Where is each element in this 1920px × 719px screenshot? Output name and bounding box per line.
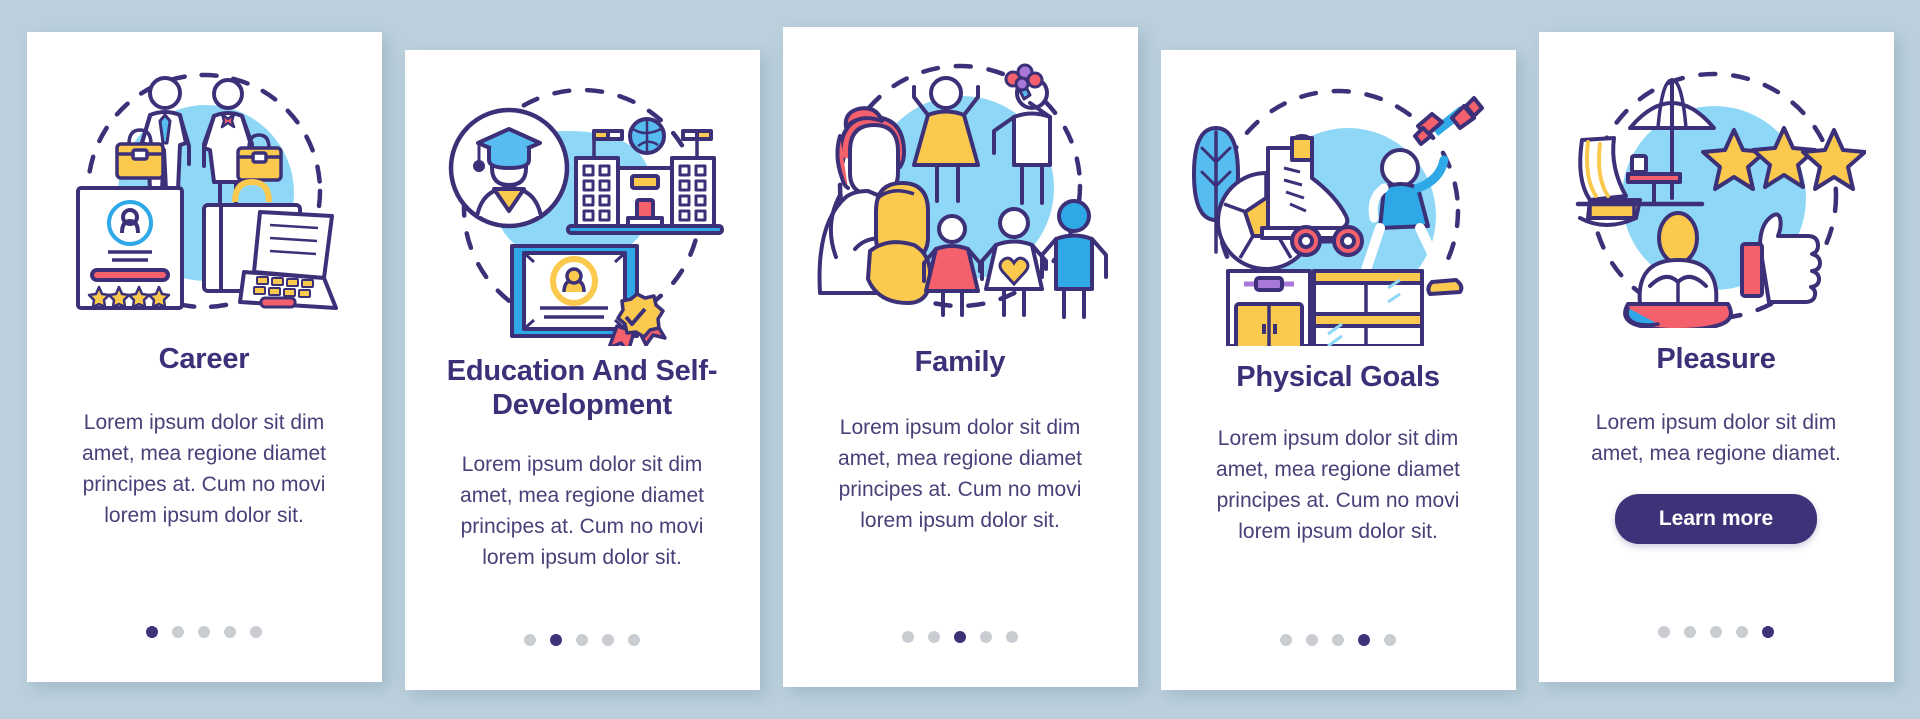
pleasure-illustration: [1566, 58, 1866, 328]
card-title: Education And Self-Development: [446, 355, 718, 422]
pagination-dot[interactable]: [1332, 634, 1344, 646]
learn-more-button[interactable]: Learn more: [1614, 493, 1818, 544]
pagination-dot[interactable]: [928, 631, 940, 643]
pagination-dot[interactable]: [1306, 634, 1318, 646]
card-title: Physical Goals: [1236, 361, 1440, 393]
pagination-dot[interactable]: [1358, 634, 1370, 646]
pagination-dot[interactable]: [1736, 626, 1748, 638]
card-body-text: Lorem ipsum dolor sit dim amet, mea regi…: [82, 411, 326, 527]
card-title: Pleasure: [1656, 343, 1776, 375]
pagination-dots[interactable]: [1280, 634, 1396, 646]
pagination-dot[interactable]: [1762, 626, 1774, 638]
pagination-dot[interactable]: [1710, 626, 1722, 638]
pagination-dot[interactable]: [1684, 626, 1696, 638]
pagination-dot[interactable]: [146, 626, 158, 638]
pagination-dot[interactable]: [524, 634, 536, 646]
pagination-dot[interactable]: [1006, 631, 1018, 643]
pagination-dot[interactable]: [198, 626, 210, 638]
pagination-dot[interactable]: [902, 631, 914, 643]
pagination-dot[interactable]: [1384, 634, 1396, 646]
card-title: Family: [914, 346, 1006, 378]
pagination-dot[interactable]: [550, 634, 562, 646]
card-body-text: Lorem ipsum dolor sit dim amet, mea regi…: [460, 453, 704, 570]
family-illustration: [810, 53, 1110, 323]
onboarding-card-family: Family Lorem ipsum dolor sit dim amet, m…: [782, 27, 1138, 687]
card-body-text: Lorem ipsum dolor sit dim amet, mea regi…: [1216, 427, 1460, 543]
pagination-dots[interactable]: [524, 634, 640, 646]
onboarding-card-pleasure: Pleasure Lorem ipsum dolor sit dim amet,…: [1538, 32, 1894, 682]
pagination-dot[interactable]: [576, 634, 588, 646]
onboarding-screens-container: Career Lorem ipsum dolor sit dim amet, m…: [0, 0, 1920, 719]
card-body-text: Lorem ipsum dolor sit dim amet, mea regi…: [838, 416, 1082, 532]
education-illustration: [432, 76, 732, 346]
pagination-dots[interactable]: [902, 631, 1018, 643]
pagination-dot[interactable]: [954, 631, 966, 643]
onboarding-card-education: Education And Self-Development Lorem ips…: [404, 50, 760, 690]
onboarding-card-career: Career Lorem ipsum dolor sit dim amet, m…: [26, 32, 382, 682]
pagination-dot[interactable]: [628, 634, 640, 646]
onboarding-card-physical-goals: Physical Goals Lorem ipsum dolor sit dim…: [1160, 50, 1516, 690]
card-title: Career: [158, 343, 250, 375]
pagination-dots[interactable]: [1658, 626, 1774, 638]
pagination-dot[interactable]: [980, 631, 992, 643]
pagination-dots[interactable]: [146, 626, 262, 638]
pagination-dot[interactable]: [172, 626, 184, 638]
pagination-dot[interactable]: [602, 634, 614, 646]
physical-goals-illustration: [1188, 76, 1488, 346]
pagination-dot[interactable]: [1280, 634, 1292, 646]
pagination-dot[interactable]: [250, 626, 262, 638]
pagination-dot[interactable]: [224, 626, 236, 638]
career-illustration: [54, 58, 354, 328]
pagination-dot[interactable]: [1658, 626, 1670, 638]
card-body-text: Lorem ipsum dolor sit dim amet, mea regi…: [1591, 411, 1841, 466]
